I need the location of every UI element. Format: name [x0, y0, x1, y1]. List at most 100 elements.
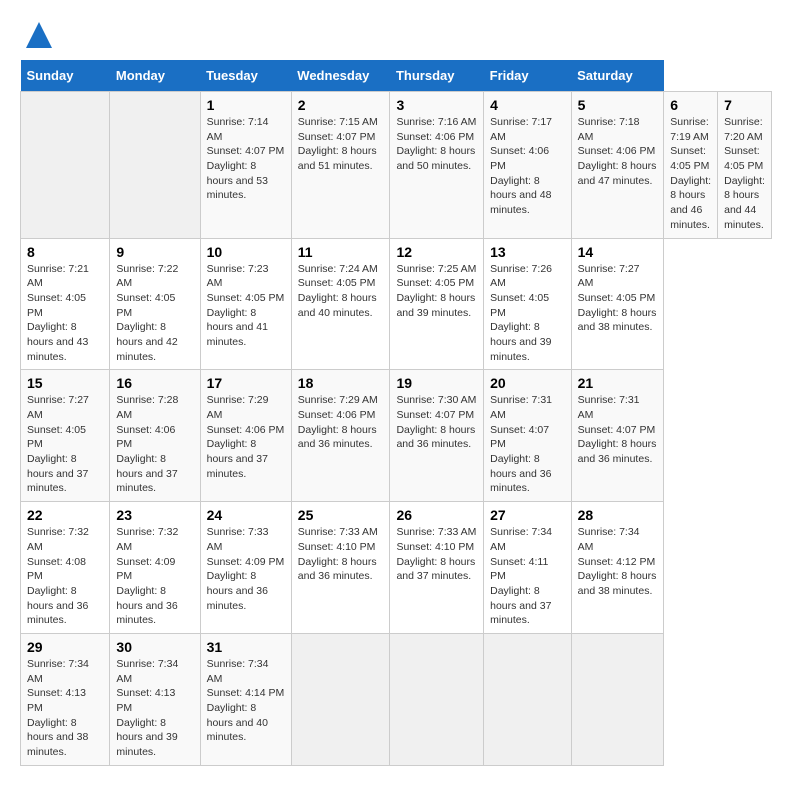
- day-info: Sunrise: 7:14 AMSunset: 4:07 PMDaylight:…: [207, 115, 285, 203]
- calendar-table: SundayMondayTuesdayWednesdayThursdayFrid…: [20, 60, 772, 766]
- calendar-cell: 25 Sunrise: 7:33 AMSunset: 4:10 PMDaylig…: [291, 502, 390, 634]
- day-info: Sunrise: 7:16 AMSunset: 4:06 PMDaylight:…: [396, 115, 477, 174]
- day-number: 4: [490, 97, 565, 113]
- day-info: Sunrise: 7:27 AMSunset: 4:05 PMDaylight:…: [578, 262, 658, 335]
- calendar-week-row: 22 Sunrise: 7:32 AMSunset: 4:08 PMDaylig…: [21, 502, 772, 634]
- day-number: 9: [116, 244, 193, 260]
- day-number: 27: [490, 507, 565, 523]
- calendar-cell: 13 Sunrise: 7:26 AMSunset: 4:05 PMDaylig…: [484, 238, 572, 370]
- day-info: Sunrise: 7:31 AMSunset: 4:07 PMDaylight:…: [578, 393, 658, 466]
- day-info: Sunrise: 7:32 AMSunset: 4:08 PMDaylight:…: [27, 525, 103, 628]
- day-number: 14: [578, 244, 658, 260]
- day-number: 22: [27, 507, 103, 523]
- day-info: Sunrise: 7:34 AMSunset: 4:11 PMDaylight:…: [490, 525, 565, 628]
- calendar-cell: 24 Sunrise: 7:33 AMSunset: 4:09 PMDaylig…: [200, 502, 291, 634]
- day-number: 7: [724, 97, 765, 113]
- day-number: 20: [490, 375, 565, 391]
- calendar-cell: 6 Sunrise: 7:19 AMSunset: 4:05 PMDayligh…: [664, 92, 718, 239]
- day-number: 18: [298, 375, 384, 391]
- calendar-cell: 4 Sunrise: 7:17 AMSunset: 4:06 PMDayligh…: [484, 92, 572, 239]
- day-number: 8: [27, 244, 103, 260]
- day-info: Sunrise: 7:33 AMSunset: 4:10 PMDaylight:…: [396, 525, 477, 584]
- weekday-header-wednesday: Wednesday: [291, 60, 390, 92]
- day-number: 31: [207, 639, 285, 655]
- calendar-cell: 15 Sunrise: 7:27 AMSunset: 4:05 PMDaylig…: [21, 370, 110, 502]
- calendar-week-row: 1 Sunrise: 7:14 AMSunset: 4:07 PMDayligh…: [21, 92, 772, 239]
- calendar-cell: [291, 633, 390, 765]
- calendar-cell: 18 Sunrise: 7:29 AMSunset: 4:06 PMDaylig…: [291, 370, 390, 502]
- day-info: Sunrise: 7:25 AMSunset: 4:05 PMDaylight:…: [396, 262, 477, 321]
- day-number: 11: [298, 244, 384, 260]
- day-number: 2: [298, 97, 384, 113]
- day-number: 5: [578, 97, 658, 113]
- day-number: 3: [396, 97, 477, 113]
- weekday-header-sunday: Sunday: [21, 60, 110, 92]
- calendar-cell: 27 Sunrise: 7:34 AMSunset: 4:11 PMDaylig…: [484, 502, 572, 634]
- day-info: Sunrise: 7:34 AMSunset: 4:13 PMDaylight:…: [27, 657, 103, 760]
- day-number: 23: [116, 507, 193, 523]
- calendar-cell: 29 Sunrise: 7:34 AMSunset: 4:13 PMDaylig…: [21, 633, 110, 765]
- logo: [20, 20, 54, 50]
- calendar-cell: 22 Sunrise: 7:32 AMSunset: 4:08 PMDaylig…: [21, 502, 110, 634]
- day-info: Sunrise: 7:29 AMSunset: 4:06 PMDaylight:…: [298, 393, 384, 452]
- calendar-week-row: 29 Sunrise: 7:34 AMSunset: 4:13 PMDaylig…: [21, 633, 772, 765]
- day-info: Sunrise: 7:18 AMSunset: 4:06 PMDaylight:…: [578, 115, 658, 188]
- day-number: 25: [298, 507, 384, 523]
- day-info: Sunrise: 7:27 AMSunset: 4:05 PMDaylight:…: [27, 393, 103, 496]
- calendar-cell: 7 Sunrise: 7:20 AMSunset: 4:05 PMDayligh…: [718, 92, 772, 239]
- calendar-cell: 1 Sunrise: 7:14 AMSunset: 4:07 PMDayligh…: [200, 92, 291, 239]
- calendar-cell: 23 Sunrise: 7:32 AMSunset: 4:09 PMDaylig…: [110, 502, 200, 634]
- weekday-header-row: SundayMondayTuesdayWednesdayThursdayFrid…: [21, 60, 772, 92]
- calendar-cell: 14 Sunrise: 7:27 AMSunset: 4:05 PMDaylig…: [571, 238, 664, 370]
- day-info: Sunrise: 7:23 AMSunset: 4:05 PMDaylight:…: [207, 262, 285, 350]
- calendar-cell: 12 Sunrise: 7:25 AMSunset: 4:05 PMDaylig…: [390, 238, 484, 370]
- calendar-week-row: 8 Sunrise: 7:21 AMSunset: 4:05 PMDayligh…: [21, 238, 772, 370]
- day-info: Sunrise: 7:29 AMSunset: 4:06 PMDaylight:…: [207, 393, 285, 481]
- day-info: Sunrise: 7:19 AMSunset: 4:05 PMDaylight:…: [670, 115, 711, 233]
- day-info: Sunrise: 7:17 AMSunset: 4:06 PMDaylight:…: [490, 115, 565, 218]
- day-info: Sunrise: 7:33 AMSunset: 4:10 PMDaylight:…: [298, 525, 384, 584]
- day-number: 12: [396, 244, 477, 260]
- day-number: 13: [490, 244, 565, 260]
- weekday-header-saturday: Saturday: [571, 60, 664, 92]
- day-info: Sunrise: 7:21 AMSunset: 4:05 PMDaylight:…: [27, 262, 103, 365]
- day-number: 1: [207, 97, 285, 113]
- day-info: Sunrise: 7:31 AMSunset: 4:07 PMDaylight:…: [490, 393, 565, 496]
- calendar-cell: 10 Sunrise: 7:23 AMSunset: 4:05 PMDaylig…: [200, 238, 291, 370]
- day-info: Sunrise: 7:30 AMSunset: 4:07 PMDaylight:…: [396, 393, 477, 452]
- calendar-cell: 5 Sunrise: 7:18 AMSunset: 4:06 PMDayligh…: [571, 92, 664, 239]
- calendar-cell: 16 Sunrise: 7:28 AMSunset: 4:06 PMDaylig…: [110, 370, 200, 502]
- day-info: Sunrise: 7:34 AMSunset: 4:14 PMDaylight:…: [207, 657, 285, 745]
- calendar-cell: 2 Sunrise: 7:15 AMSunset: 4:07 PMDayligh…: [291, 92, 390, 239]
- day-info: Sunrise: 7:28 AMSunset: 4:06 PMDaylight:…: [116, 393, 193, 496]
- calendar-cell: [110, 92, 200, 239]
- weekday-header-thursday: Thursday: [390, 60, 484, 92]
- calendar-cell: 28 Sunrise: 7:34 AMSunset: 4:12 PMDaylig…: [571, 502, 664, 634]
- calendar-cell: 17 Sunrise: 7:29 AMSunset: 4:06 PMDaylig…: [200, 370, 291, 502]
- calendar-cell: 26 Sunrise: 7:33 AMSunset: 4:10 PMDaylig…: [390, 502, 484, 634]
- calendar-cell: 9 Sunrise: 7:22 AMSunset: 4:05 PMDayligh…: [110, 238, 200, 370]
- calendar-cell: 20 Sunrise: 7:31 AMSunset: 4:07 PMDaylig…: [484, 370, 572, 502]
- weekday-header-tuesday: Tuesday: [200, 60, 291, 92]
- calendar-cell: [21, 92, 110, 239]
- calendar-week-row: 15 Sunrise: 7:27 AMSunset: 4:05 PMDaylig…: [21, 370, 772, 502]
- day-info: Sunrise: 7:22 AMSunset: 4:05 PMDaylight:…: [116, 262, 193, 365]
- day-number: 17: [207, 375, 285, 391]
- day-number: 19: [396, 375, 477, 391]
- day-info: Sunrise: 7:20 AMSunset: 4:05 PMDaylight:…: [724, 115, 765, 233]
- calendar-cell: 8 Sunrise: 7:21 AMSunset: 4:05 PMDayligh…: [21, 238, 110, 370]
- calendar-cell: [390, 633, 484, 765]
- calendar-cell: 11 Sunrise: 7:24 AMSunset: 4:05 PMDaylig…: [291, 238, 390, 370]
- day-number: 10: [207, 244, 285, 260]
- calendar-cell: 31 Sunrise: 7:34 AMSunset: 4:14 PMDaylig…: [200, 633, 291, 765]
- day-number: 6: [670, 97, 711, 113]
- calendar-cell: 30 Sunrise: 7:34 AMSunset: 4:13 PMDaylig…: [110, 633, 200, 765]
- logo-icon: [24, 20, 54, 50]
- day-info: Sunrise: 7:15 AMSunset: 4:07 PMDaylight:…: [298, 115, 384, 174]
- day-info: Sunrise: 7:24 AMSunset: 4:05 PMDaylight:…: [298, 262, 384, 321]
- day-number: 16: [116, 375, 193, 391]
- day-info: Sunrise: 7:32 AMSunset: 4:09 PMDaylight:…: [116, 525, 193, 628]
- day-number: 28: [578, 507, 658, 523]
- day-info: Sunrise: 7:33 AMSunset: 4:09 PMDaylight:…: [207, 525, 285, 613]
- weekday-header-friday: Friday: [484, 60, 572, 92]
